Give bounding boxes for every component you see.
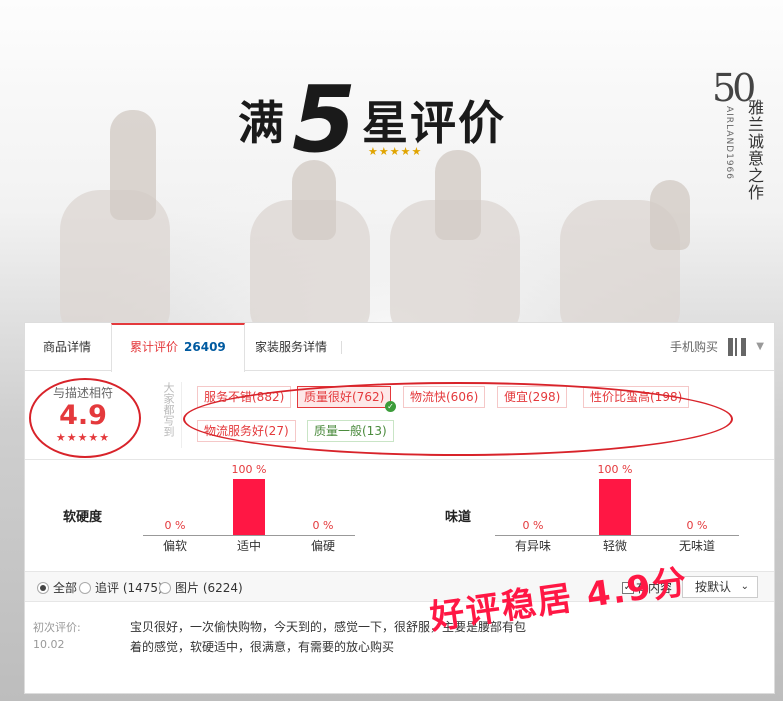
radio-icon[interactable] [79,581,91,594]
rating-summary: 与描述相符 4.9 ★★★★★ 大家都写到 服务不错(882) 质量很好(762… [25,372,774,460]
bar-percent: 100 % [597,463,633,476]
radio-selected-icon[interactable] [37,581,49,594]
review-meta: 初次评价: 10.02 [33,619,81,653]
mobile-buy-link[interactable]: 手机购买 [670,323,718,371]
bar-label: 偏软 [162,539,187,553]
review-item: 初次评价: 10.02 宝贝很好，一次偷快购物，今天到的，感觉一下，很舒服，主要… [25,603,774,693]
tags-divider [181,382,182,448]
bar-percent: 0 % [312,519,334,532]
hero-title-number: 5 [292,66,357,174]
brand-logo: 50 AIRLAND1966 雅兰诚意之作 [712,66,774,206]
sort-select-value: 按默认 [695,580,732,594]
bar-label: 轻微 [602,539,627,553]
bar-fill [233,479,265,535]
tab-bar: 商品详情 累计评价 26409 家装服务详情 手机购买 ▼ [25,323,774,372]
brand-english: AIRLAND1966 [724,106,734,181]
tab-reviews-label: 累计评价 [130,340,179,354]
bar-percent: 0 % [164,519,186,532]
qr-code-icon[interactable] [728,338,746,356]
bar-percent: 0 % [522,519,544,532]
chevron-down-icon[interactable]: ▼ [756,341,764,352]
tab-reviews[interactable]: 累计评价 26409 [111,323,245,372]
filter-images[interactable]: 图片 (6224) [159,579,243,596]
bar-baseline [495,535,739,536]
bar-label: 有异味 [514,539,551,553]
bar-baseline [143,535,355,536]
attribute-title: 味道 [445,510,472,525]
review-date: 10.02 [33,638,65,651]
thumb-photo-1 [110,110,156,220]
filter-append-label: 追评 (1475) [95,581,163,595]
sort-select[interactable]: 按默认 ⌄ [682,576,758,598]
hero-stars: ★★★★★ [368,145,423,158]
bar-fill [599,479,631,535]
thumb-photo-4 [650,180,690,250]
chevron-down-icon: ⌄ [740,581,749,592]
attribute-title: 软硬度 [63,510,103,525]
tab-product-detail[interactable]: 商品详情 [25,323,109,371]
filter-append[interactable]: 追评 (1475) [79,579,163,596]
review-label: 初次评价: [33,621,81,634]
bar-percent: 0 % [686,519,708,532]
review-panel: 商品详情 累计评价 26409 家装服务详情 手机购买 ▼ 与描述相符 4.9 ★… [24,322,775,694]
brand-chinese: 雅兰诚意之作 [745,99,764,201]
bar-label: 无味道 [678,539,715,553]
bar-label: 偏硬 [310,539,335,553]
tab-service-detail[interactable]: 家装服务详情 [237,323,345,371]
thumb-photo-3 [435,150,481,240]
tags-highlight-oval [183,382,733,456]
bar-label: 适中 [236,539,261,553]
bar-percent: 100 % [231,463,267,476]
tab-reviews-count: 26409 [184,340,226,354]
filter-images-label: 图片 (6224) [175,581,243,595]
score-highlight-circle [29,378,141,458]
attribute-bars: 软硬度 味道 0 % 偏软 100 % 适中 0 % 偏硬 0 % 有异味 100 % 轻微 0 %… [25,460,774,572]
filter-all[interactable]: 全部 [37,579,77,596]
filter-all-label: 全部 [53,581,78,595]
radio-icon[interactable] [159,581,171,594]
tab-divider [341,341,342,354]
everyone-says-label: 大家都写到 [162,382,175,437]
hero-title-left: 满 [238,96,286,150]
